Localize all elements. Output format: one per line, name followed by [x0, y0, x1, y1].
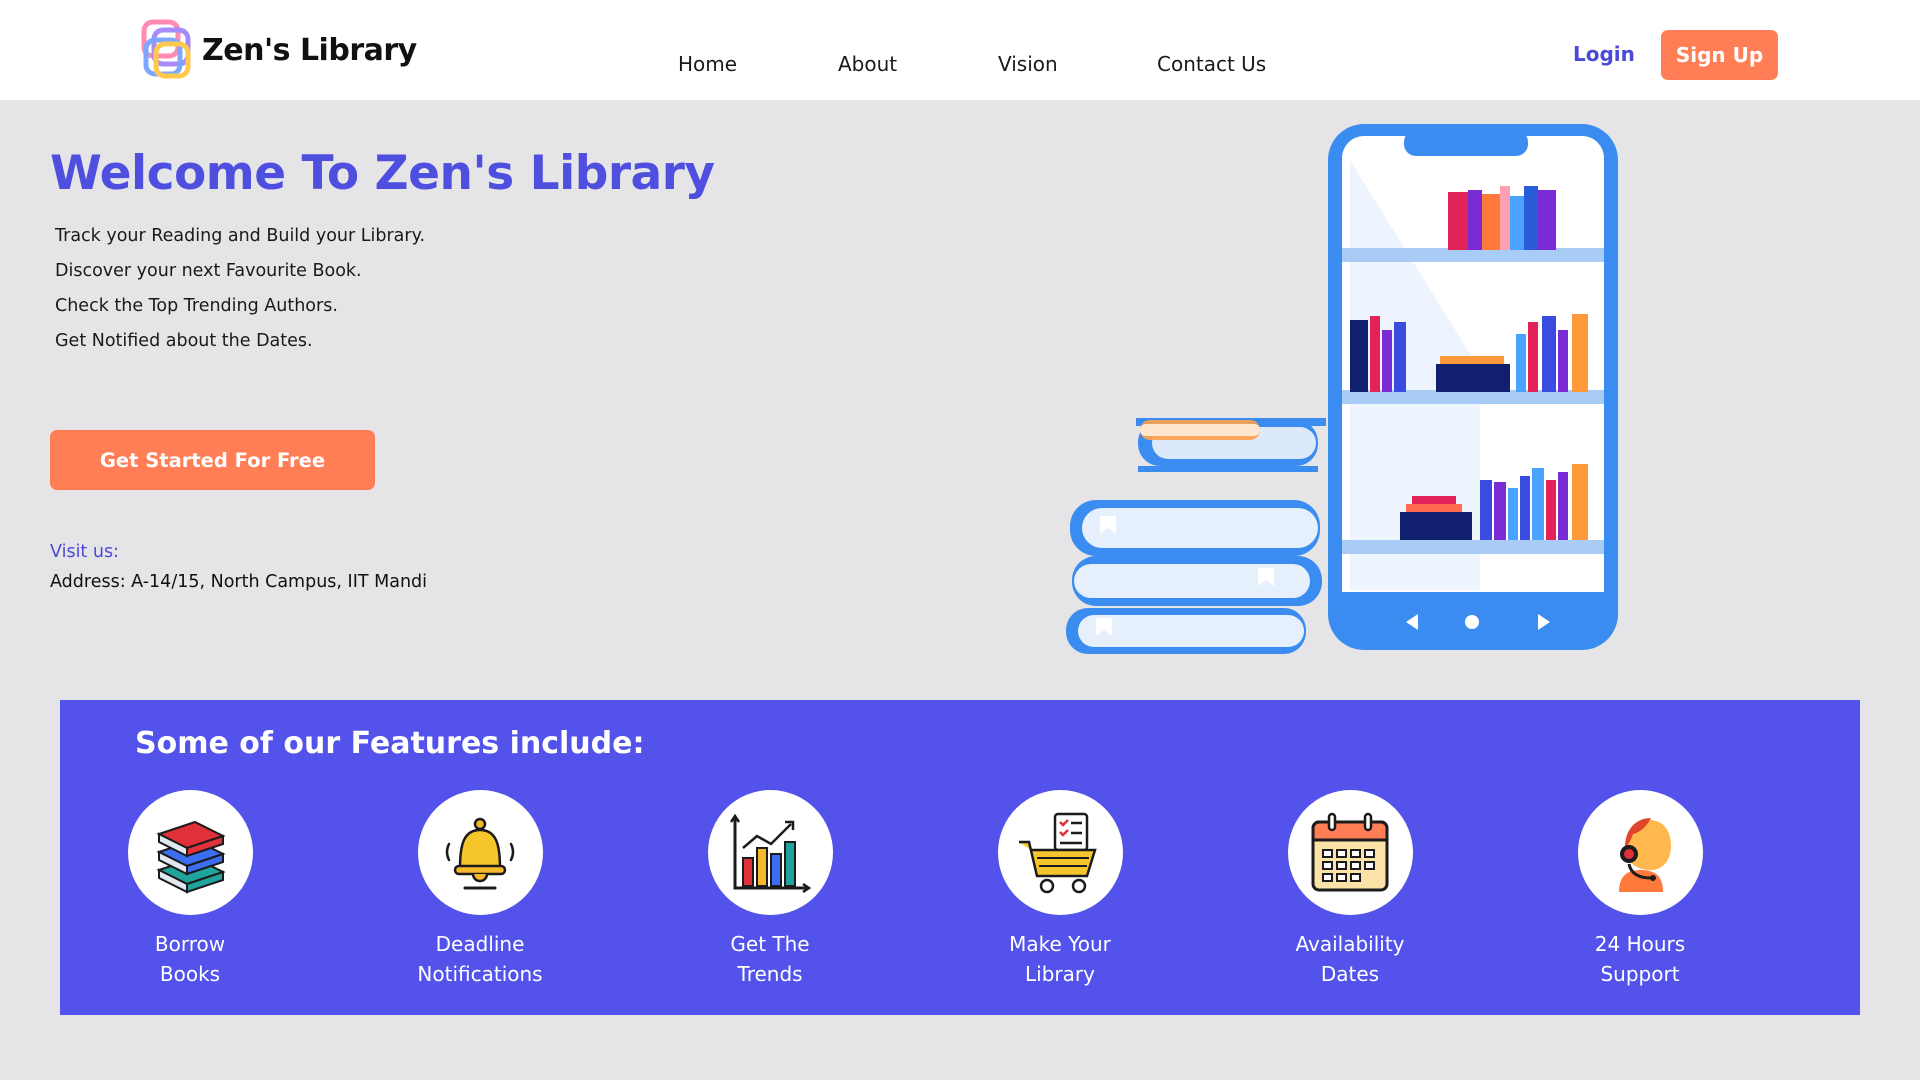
feature-deadline-notifications[interactable]: Deadline Notifications — [380, 790, 580, 989]
feature-icon-circle — [1577, 790, 1703, 915]
feature-label: Borrow Books — [90, 929, 290, 989]
feature-label: 24 Hours Support — [1540, 929, 1740, 989]
brand-name: Zen's Library — [202, 32, 417, 68]
feature-icon-circle — [417, 790, 543, 915]
headset-support-icon — [1619, 817, 1671, 892]
address-text: Address: A-14/15, North Campus, IIT Mand… — [50, 572, 428, 592]
nav-contact-us[interactable]: Contact Us — [1157, 52, 1266, 76]
feature-label-line: Deadline — [435, 932, 525, 956]
hero-line: Get Notified about the Dates. — [55, 331, 313, 351]
feature-label-line: Trends — [737, 962, 803, 986]
feature-label-line: Notifications — [417, 962, 543, 986]
feature-make-your-library[interactable]: Make Your Library — [960, 790, 1160, 989]
books-stack-icon — [156, 820, 226, 894]
visit-us-label: Visit us: — [50, 542, 119, 562]
feature-icon-circle — [1287, 790, 1413, 915]
cart-checklist-icon — [1019, 812, 1097, 893]
feature-label: Get The Trends — [670, 929, 870, 989]
feature-24-hours-support[interactable]: 24 Hours Support — [1540, 790, 1740, 989]
bar-chart-icon — [729, 813, 812, 893]
calendar-icon — [1311, 812, 1389, 891]
bell-icon — [445, 817, 515, 889]
signup-button[interactable]: Sign Up — [1661, 30, 1778, 80]
feature-get-the-trends[interactable]: Get The Trends — [670, 790, 870, 989]
feature-label-line: Books — [159, 962, 221, 986]
feature-label-line: Borrow — [154, 932, 226, 956]
phone-illustration — [1328, 124, 1618, 650]
hero-line: Discover your next Favourite Book. — [55, 261, 362, 281]
feature-icon-circle — [997, 790, 1123, 915]
logo-icon — [141, 19, 191, 79]
feature-icon-circle — [707, 790, 833, 915]
hero-line: Track your Reading and Build your Librar… — [55, 226, 426, 246]
hero-title: Welcome To Zen's Library — [50, 146, 715, 201]
feature-label-line: Library — [1025, 962, 1095, 986]
feature-label-line: Get The — [730, 932, 810, 956]
feature-availability-dates[interactable]: Availability Dates — [1250, 790, 1450, 989]
login-link[interactable]: Login — [1573, 42, 1635, 66]
features-title: Some of our Features include: — [135, 726, 645, 761]
brand-logo[interactable]: Zen's Library — [140, 18, 417, 82]
hero-line: Check the Top Trending Authors. — [55, 296, 338, 316]
book-stack-illustration — [1066, 418, 1326, 654]
feature-label-line: Make Your — [1009, 932, 1111, 956]
nav-home[interactable]: Home — [678, 52, 737, 76]
features-section: Some of our Features include: Borrow Boo… — [60, 700, 1860, 1015]
feature-label: Availability Dates — [1250, 929, 1450, 989]
hero-description: Track your Reading and Build your Librar… — [55, 226, 425, 366]
feature-borrow-books[interactable]: Borrow Books — [90, 790, 290, 989]
feature-label-line: 24 Hours — [1594, 932, 1686, 956]
phone-library-illustration — [1066, 124, 1618, 654]
feature-icon-circle — [127, 790, 253, 915]
feature-label-line: Dates — [1320, 962, 1380, 986]
get-started-button[interactable]: Get Started For Free — [50, 430, 375, 490]
feature-label-line: Support — [1600, 962, 1680, 986]
top-navbar: Zen's Library Home About Vision Contact … — [0, 0, 1920, 100]
nav-vision[interactable]: Vision — [998, 52, 1058, 76]
nav-about[interactable]: About — [838, 52, 897, 76]
feature-label-line: Availability — [1295, 932, 1405, 956]
feature-label: Deadline Notifications — [380, 929, 580, 989]
feature-label: Make Your Library — [960, 929, 1160, 989]
